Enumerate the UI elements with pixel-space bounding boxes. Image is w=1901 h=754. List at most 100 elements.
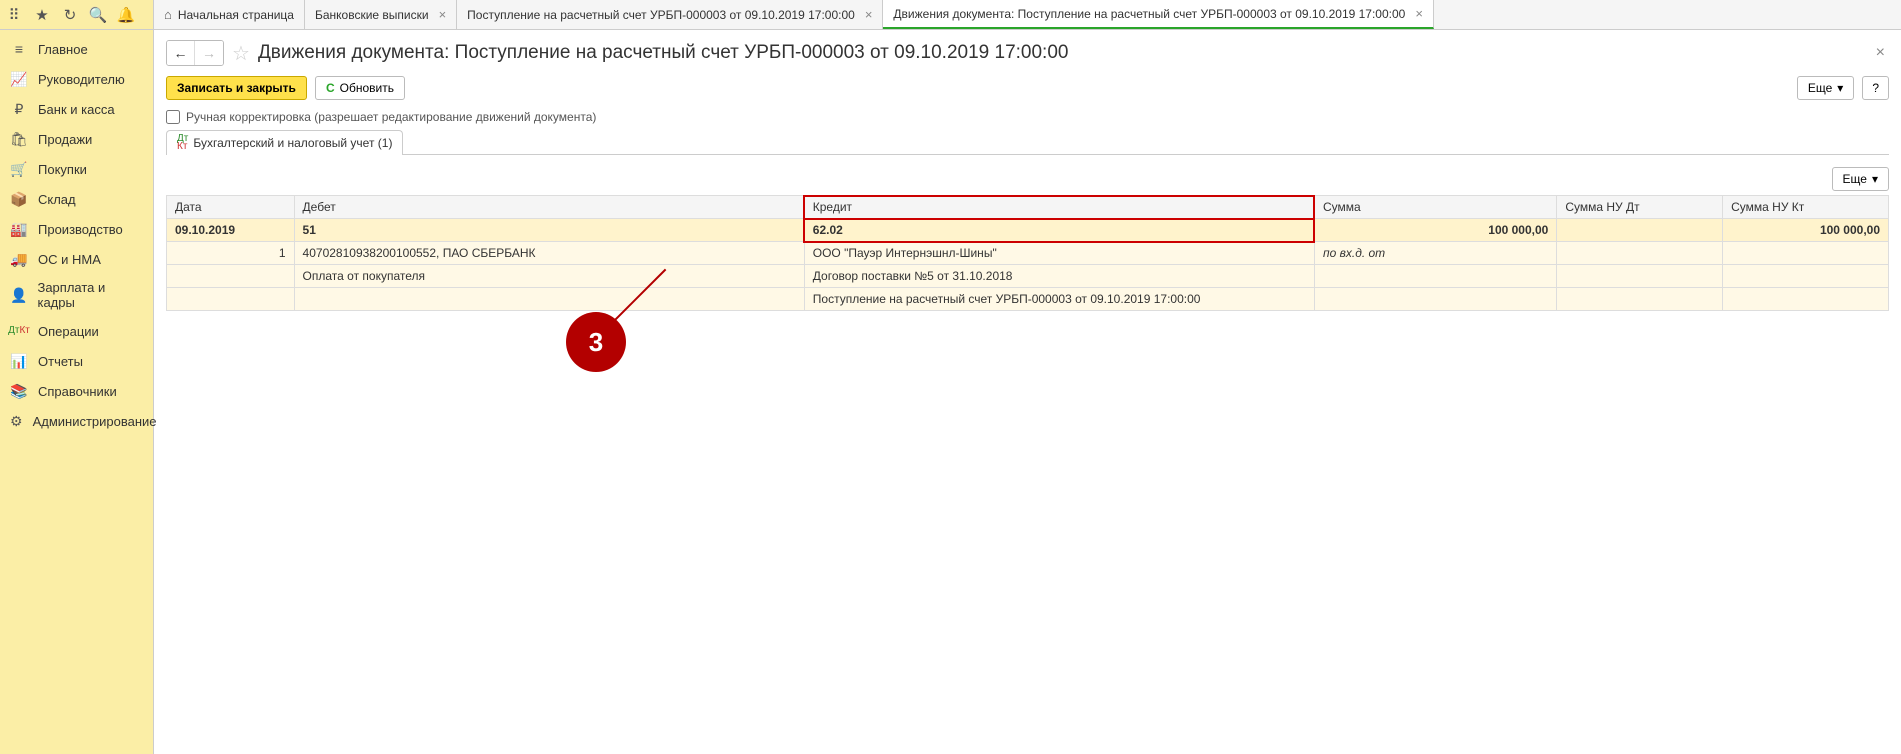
table-more-button[interactable]: Еще: [1832, 167, 1889, 191]
sidebar-item-osnma[interactable]: 🚚 ОС и НМА: [0, 244, 153, 274]
cell-credit-detail2: Договор поставки №5 от 31.10.2018: [804, 265, 1314, 288]
save-close-button[interactable]: Записать и закрыть: [166, 76, 307, 100]
manual-edit-label: Ручная корректировка (разрешает редактир…: [186, 110, 596, 124]
sidebar-item-manager[interactable]: 📈 Руководителю: [0, 64, 153, 94]
tabs-bar: ⌂ Начальная страница Банковские выписки …: [154, 0, 1901, 29]
sidebar-item-label: Операции: [38, 324, 99, 339]
manual-edit-row: Ручная корректировка (разрешает редактир…: [166, 110, 1889, 124]
cell-debit-detail: 40702810938200100552, ПАО СБЕРБАНК: [294, 242, 804, 265]
table-row-main[interactable]: 09.10.2019 51 62.02 100 000,00 100 000,0…: [167, 219, 1889, 242]
table-row-sub1[interactable]: 1 40702810938200100552, ПАО СБЕРБАНК ООО…: [167, 242, 1889, 265]
book-icon: 📚: [10, 382, 28, 400]
sidebar-item-label: Банк и касса: [38, 102, 115, 117]
search-icon[interactable]: 🔍: [88, 5, 108, 25]
sidebar-item-purchases[interactable]: 🛒 Покупки: [0, 154, 153, 184]
sidebar-item-label: Склад: [38, 192, 76, 207]
tab-movements[interactable]: Движения документа: Поступление на расче…: [883, 0, 1434, 29]
tab-home-label: Начальная страница: [178, 8, 294, 22]
warehouse-icon: 📦: [10, 190, 28, 208]
sidebar-item-label: Продажи: [38, 132, 92, 147]
gear-icon: ⚙: [10, 412, 23, 430]
inner-tabs: ДтКт Бухгалтерский и налоговый учет (1): [166, 130, 1889, 155]
sidebar-item-label: Производство: [38, 222, 123, 237]
apps-icon[interactable]: ⠿: [4, 5, 24, 25]
history-icon[interactable]: ↻: [60, 5, 80, 25]
sidebar-item-label: Справочники: [38, 384, 117, 399]
col-credit[interactable]: Кредит: [804, 196, 1314, 219]
sidebar-item-production[interactable]: 🏭 Производство: [0, 214, 153, 244]
close-icon[interactable]: ×: [865, 7, 873, 22]
manual-edit-checkbox[interactable]: [166, 110, 180, 124]
bag-icon: 🛍: [10, 130, 28, 148]
tab-bank-statements[interactable]: Банковские выписки ×: [305, 0, 457, 29]
nav-arrows: ← →: [166, 40, 224, 66]
tab-accounting[interactable]: ДтКт Бухгалтерский и налоговый учет (1): [166, 130, 403, 155]
table-row-sub3[interactable]: Поступление на расчетный счет УРБП-00000…: [167, 288, 1889, 311]
favorite-icon[interactable]: ☆: [232, 41, 250, 66]
sidebar-item-main[interactable]: ≡ Главное: [0, 34, 153, 64]
table-header-row: Дата Дебет Кредит Сумма Сумма НУ Дт Сумм…: [167, 196, 1889, 219]
person-icon: 👤: [10, 286, 27, 304]
sidebar-item-label: Главное: [38, 42, 88, 57]
content: ← → ☆ Движения документа: Поступление на…: [154, 30, 1901, 754]
nav-forward-button[interactable]: →: [195, 41, 223, 65]
cart-icon: 🛒: [10, 160, 28, 178]
bell-icon[interactable]: 🔔: [116, 5, 136, 25]
sidebar-item-bank[interactable]: ₽ Банк и касса: [0, 94, 153, 124]
cell-rownum: 1: [167, 242, 295, 265]
cell-sum: 100 000,00: [1314, 219, 1556, 242]
system-icons: ⠿ ★ ↻ 🔍 🔔: [0, 0, 154, 29]
cell-date: 09.10.2019: [167, 219, 295, 242]
action-toolbar: Записать и закрыть С Обновить Еще ?: [166, 76, 1889, 100]
close-doc-icon[interactable]: ×: [1872, 44, 1889, 62]
table-wrap: Еще Дата Дебет К: [166, 167, 1889, 311]
inner-tab-label: Бухгалтерский и налоговый учет (1): [193, 136, 392, 150]
annotation-number: 3: [589, 327, 603, 358]
refresh-button[interactable]: С Обновить: [315, 76, 405, 100]
sidebar-item-label: ОС и НМА: [38, 252, 101, 267]
more-button[interactable]: Еще: [1797, 76, 1854, 100]
col-sum-nu-dt[interactable]: Сумма НУ Дт: [1557, 196, 1723, 219]
factory-icon: 🏭: [10, 220, 28, 238]
tab-label: Движения документа: Поступление на расче…: [893, 7, 1405, 21]
sidebar: ≡ Главное 📈 Руководителю ₽ Банк и касса …: [0, 30, 154, 754]
sidebar-item-warehouse[interactable]: 📦 Склад: [0, 184, 153, 214]
star-icon[interactable]: ★: [32, 5, 52, 25]
col-date[interactable]: Дата: [167, 196, 295, 219]
cell-sum-nu-kt: 100 000,00: [1723, 219, 1889, 242]
sidebar-item-admin[interactable]: ⚙ Администрирование: [0, 406, 153, 436]
sidebar-item-label: Зарплата и кадры: [37, 280, 143, 310]
close-icon[interactable]: ×: [439, 7, 447, 22]
cell-debit-detail2: Оплата от покупателя: [294, 265, 804, 288]
chart-icon: 📈: [10, 70, 28, 88]
table-row-sub2[interactable]: Оплата от покупателя Договор поставки №5…: [167, 265, 1889, 288]
sidebar-item-label: Покупки: [38, 162, 87, 177]
tab-home[interactable]: ⌂ Начальная страница: [154, 0, 305, 29]
cell-credit: 62.02: [804, 219, 1314, 242]
sidebar-item-label: Администрирование: [33, 414, 157, 429]
refresh-label: Обновить: [340, 81, 394, 95]
col-sum[interactable]: Сумма: [1314, 196, 1556, 219]
annotation-badge: 3: [566, 312, 626, 372]
nav-back-button[interactable]: ←: [167, 41, 195, 65]
col-debit[interactable]: Дебет: [294, 196, 804, 219]
sidebar-item-operations[interactable]: ДтКт Операции: [0, 316, 153, 346]
sidebar-item-references[interactable]: 📚 Справочники: [0, 376, 153, 406]
sidebar-item-label: Руководителю: [38, 72, 125, 87]
tab-receipt[interactable]: Поступление на расчетный счет УРБП-00000…: [457, 0, 883, 29]
help-button[interactable]: ?: [1862, 76, 1889, 100]
refresh-icon: С: [326, 81, 335, 95]
tab-label: Поступление на расчетный счет УРБП-00000…: [467, 8, 855, 22]
sidebar-item-sales[interactable]: 🛍 Продажи: [0, 124, 153, 154]
col-sum-nu-kt[interactable]: Сумма НУ Кт: [1723, 196, 1889, 219]
ruble-icon: ₽: [10, 100, 28, 118]
close-icon[interactable]: ×: [1415, 6, 1423, 21]
cell-sum-nu-dt: [1557, 219, 1723, 242]
sidebar-item-reports[interactable]: 📊 Отчеты: [0, 346, 153, 376]
page-title: Движения документа: Поступление на расче…: [258, 42, 1069, 64]
dtkt-icon: ДтКт: [177, 135, 188, 151]
menu-icon: ≡: [10, 40, 28, 58]
cell-debit: 51: [294, 219, 804, 242]
tab-label: Банковские выписки: [315, 8, 429, 22]
sidebar-item-payroll[interactable]: 👤 Зарплата и кадры: [0, 274, 153, 316]
